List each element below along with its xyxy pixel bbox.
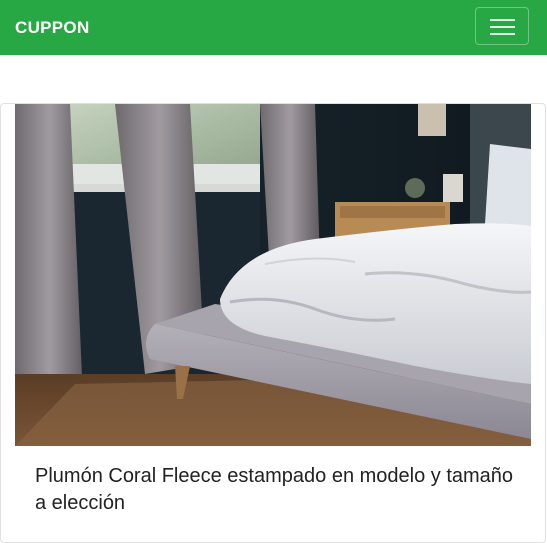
product-image[interactable] [15,104,531,446]
brand-logo[interactable]: CUPPON [15,18,90,38]
top-navbar: CUPPON [0,0,547,55]
navbar-toggler-button[interactable] [475,7,529,45]
product-title[interactable]: Plumón Coral Fleece estampado en modelo … [35,463,515,517]
